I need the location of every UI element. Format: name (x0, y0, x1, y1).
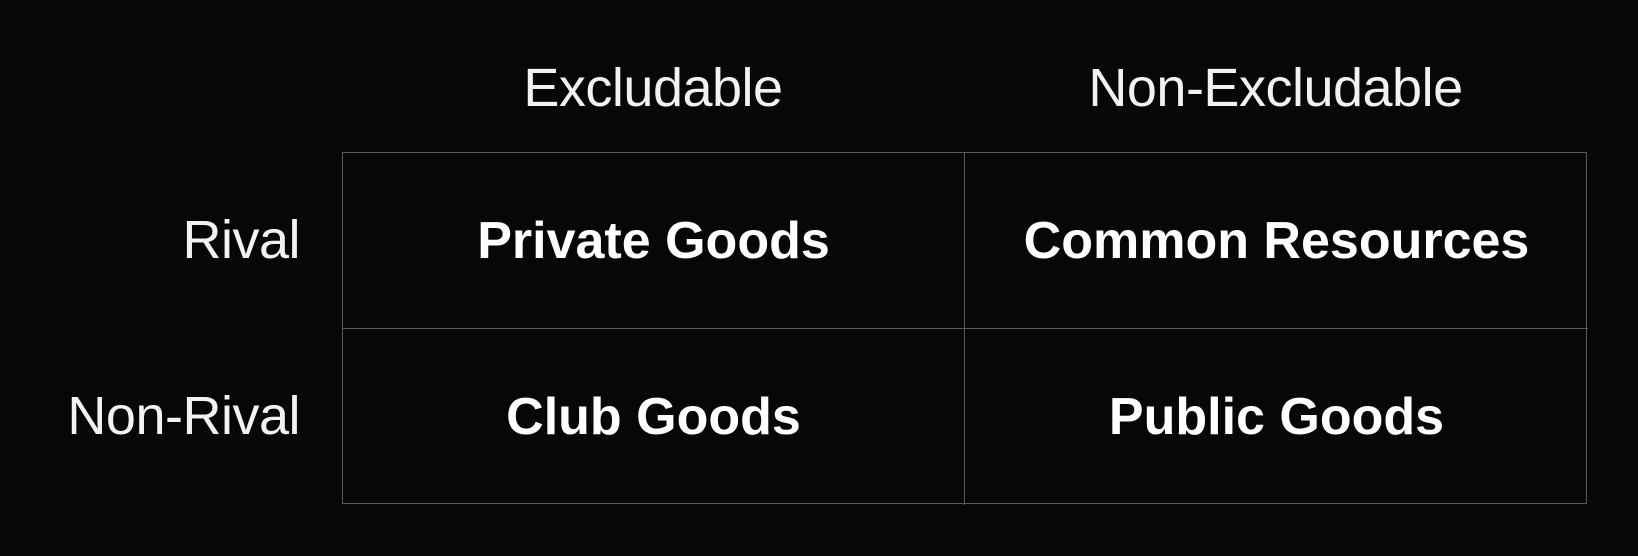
matrix-grid: Private Goods Common Resources Club Good… (342, 152, 1588, 505)
cell-private-goods: Private Goods (343, 153, 965, 329)
cell-public-goods: Public Goods (1108, 388, 1445, 446)
row-header-rival: Rival (182, 210, 300, 270)
column-header-excludable: Excludable (523, 58, 783, 118)
cell-common-resources: Common Resources (965, 153, 1588, 329)
column-header-non-excludable: Non-Excludable (1088, 58, 1463, 118)
cell-club-goods: Club Goods (343, 329, 965, 505)
row-header-non-rival: Non-Rival (67, 386, 300, 446)
